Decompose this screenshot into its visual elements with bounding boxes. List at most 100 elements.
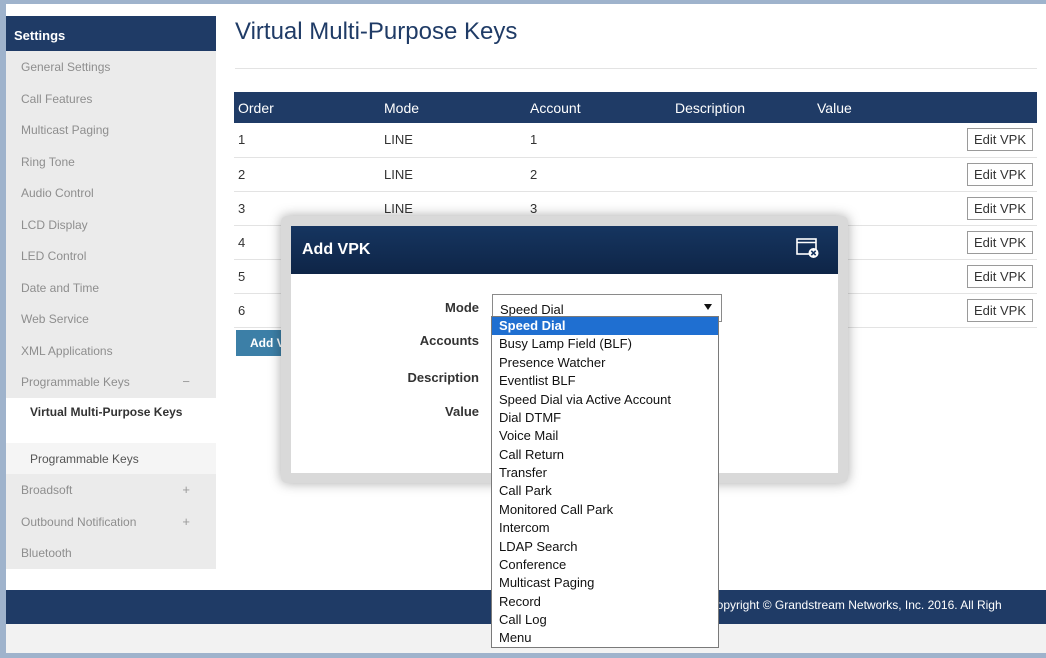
mode-option[interactable]: Voice Mail — [492, 427, 718, 445]
mode-option[interactable]: Busy Lamp Field (BLF) — [492, 335, 718, 353]
sidebar-item-web-service[interactable]: Web Service — [6, 303, 216, 335]
cell-mode: LINE — [384, 132, 413, 148]
sidebar-item-label: General Settings — [21, 60, 111, 74]
edit-vpk-button[interactable]: Edit VPK — [966, 162, 1033, 186]
cell-description — [671, 157, 813, 191]
mode-option[interactable]: Dial DTMF — [492, 409, 718, 427]
mode-option[interactable]: Presence Watcher — [492, 354, 718, 372]
sidebar-item-label: Programmable Keys — [21, 375, 130, 389]
cell-value — [813, 123, 953, 157]
sidebar-item-label: Multicast Paging — [21, 123, 110, 137]
sidebar-item-audio-control[interactable]: Audio Control — [6, 177, 216, 209]
sidebar-item-call-features[interactable]: Call Features — [6, 83, 216, 115]
sidebar-item-label: Programmable Keys — [30, 451, 139, 466]
cell-actions: Edit VPK — [953, 191, 1037, 225]
sidebar-item-label: Web Service — [21, 312, 89, 326]
cell-account: 1 — [530, 132, 538, 148]
dialog-title: Add VPK — [302, 241, 371, 258]
sidebar-item-label: LED Control — [21, 249, 87, 263]
sidebar-item-led-control[interactable]: LED Control — [6, 240, 216, 272]
sidebar-item-xml-applications[interactable]: XML Applications — [6, 335, 216, 367]
edit-vpk-button[interactable]: Edit VPK — [966, 128, 1033, 152]
cell-order: 2 — [238, 166, 246, 182]
header-mode: Mode — [384, 99, 420, 116]
mode-option[interactable]: Menu — [492, 629, 718, 647]
mode-select-value: Speed Dial — [500, 302, 564, 317]
mode-option[interactable]: Intercom — [492, 519, 718, 537]
mode-option[interactable]: Conference — [492, 556, 718, 574]
cell-mode: LINE — [384, 166, 413, 182]
description-label: Description — [407, 370, 479, 385]
cell-actions: Edit VPK — [953, 123, 1037, 157]
sidebar-item-label: LCD Display — [21, 217, 88, 232]
cell-account: 2 — [530, 166, 538, 182]
sidebar-item-outbound-notification[interactable]: Outbound Notification + — [6, 506, 216, 538]
cell-value — [813, 157, 953, 191]
sidebar-item-label: Virtual Multi-Purpose Keys — [30, 404, 183, 419]
mode-option[interactable]: Monitored Call Park — [492, 501, 718, 519]
table-row: 2 LINE 2 Edit VPK — [234, 157, 1037, 191]
sidebar-item-label: Broadsoft — [21, 483, 73, 497]
sidebar-subitem-virtual-multi-purpose-keys[interactable]: Virtual Multi-Purpose Keys — [6, 397, 216, 443]
sidebar-item-label: Ring Tone — [21, 154, 75, 169]
mode-option[interactable]: Call Return — [492, 446, 718, 464]
cell-actions: Edit VPK — [953, 157, 1037, 191]
cell-actions: Edit VPK — [953, 259, 1037, 293]
mode-option[interactable]: Eventlist BLF — [492, 372, 718, 390]
window-close-icon[interactable] — [796, 237, 820, 259]
sidebar-item-label: Call Features — [21, 91, 93, 106]
value-label: Value — [445, 404, 479, 419]
table-header-row: Order Mode Account Description Value — [234, 92, 1037, 123]
sidebar-item-label: Outbound Notification — [21, 514, 137, 529]
sidebar-subitem-programmable-keys[interactable]: Programmable Keys — [6, 442, 216, 474]
sidebar-item-label: XML Applications — [21, 343, 113, 358]
collapse-icon[interactable]: − — [182, 374, 190, 389]
expand-icon[interactable]: + — [182, 482, 190, 497]
header-actions — [953, 92, 1037, 123]
sidebar-item-multicast-paging[interactable]: Multicast Paging — [6, 114, 216, 146]
edit-vpk-button[interactable]: Edit VPK — [966, 196, 1033, 220]
sidebar-item-ring-tone[interactable]: Ring Tone — [6, 146, 216, 178]
mode-label: Mode — [445, 300, 479, 315]
sidebar-item-bluetooth[interactable]: Bluetooth — [6, 537, 216, 569]
edit-vpk-button[interactable]: Edit VPK — [966, 298, 1033, 322]
sidebar-item-label: Date and Time — [21, 280, 100, 295]
sidebar-item-general-settings[interactable]: General Settings — [6, 51, 216, 83]
dialog-header: Add VPK — [291, 226, 838, 274]
expand-icon[interactable]: + — [182, 514, 190, 529]
sidebar-header: Settings — [6, 16, 216, 51]
window-frame-bottom — [0, 653, 1046, 658]
cell-description — [671, 123, 813, 157]
header-order: Order — [238, 99, 274, 116]
sidebar-item-label: Audio Control — [21, 186, 94, 200]
mode-option[interactable]: Multicast Paging — [492, 574, 718, 592]
header-description: Description — [675, 99, 746, 116]
sidebar-item-date-and-time[interactable]: Date and Time — [6, 272, 216, 304]
edit-vpk-button[interactable]: Edit VPK — [966, 264, 1033, 288]
sidebar-item-lcd-display[interactable]: LCD Display — [6, 209, 216, 241]
cell-order: 1 — [238, 132, 246, 148]
sidebar-item-broadsoft[interactable]: Broadsoft + — [6, 474, 216, 506]
edit-vpk-button[interactable]: Edit VPK — [966, 230, 1033, 254]
page-title: Virtual Multi-Purpose Keys — [235, 18, 518, 45]
sidebar: Settings General Settings Call Features Mu… — [6, 16, 216, 569]
sidebar-item-label: Bluetooth — [21, 546, 72, 560]
sidebar-list: General Settings Call Features Multicast P… — [6, 51, 216, 569]
mode-option[interactable]: Call Park — [492, 482, 718, 500]
mode-option[interactable]: Speed Dial via Active Account — [492, 391, 718, 409]
title-divider — [235, 68, 1037, 69]
header-value: Value — [817, 99, 852, 116]
mode-option[interactable]: Record — [492, 593, 718, 611]
table-row: 1 LINE 1 Edit VPK — [234, 123, 1037, 157]
footer-copyright: Copyright © Grandstream Networks, Inc. 2… — [708, 598, 1002, 612]
mode-option[interactable]: Speed Dial — [492, 317, 718, 336]
accounts-label: Accounts — [419, 333, 479, 348]
mode-option[interactable]: Transfer — [492, 464, 718, 482]
mode-option[interactable]: LDAP Search — [492, 538, 718, 556]
sidebar-item-programmable-keys[interactable]: Programmable Keys − — [6, 366, 216, 398]
mode-dropdown-list: Speed Dial Busy Lamp Field (BLF) Presence … — [491, 316, 719, 648]
header-account: Account — [530, 99, 581, 116]
caret-down-icon — [704, 304, 712, 310]
mode-option[interactable]: Call Log — [492, 611, 718, 629]
cell-actions: Edit VPK — [953, 225, 1037, 259]
